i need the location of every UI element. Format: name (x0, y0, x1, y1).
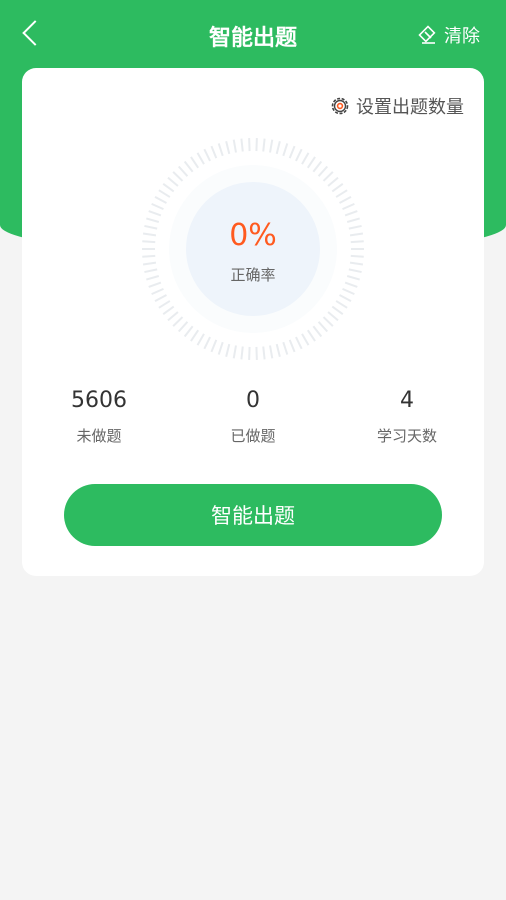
gauge-tick (327, 311, 339, 322)
gauge-tick (232, 139, 237, 153)
accuracy-value: 0% (229, 218, 277, 253)
gauge-tick (183, 160, 194, 173)
stat-label: 学习天数 (376, 427, 437, 445)
gauge-tick (331, 182, 344, 193)
gauge-tick (217, 341, 224, 355)
gauge-tick (306, 329, 316, 342)
set-question-count-button[interactable]: 设置出题数量 (330, 93, 464, 119)
practice-card: 设置出题数量 0% 正确率 5606 未做题 0 已做题 4 学习天数 智能出题 (22, 68, 484, 576)
gauge-tick (142, 254, 156, 258)
gauge-tick (196, 152, 205, 165)
settings-label: 设置出题数量 (356, 97, 464, 118)
gauge-tick (317, 321, 329, 333)
gauge-tick (275, 343, 281, 357)
gauge-tick (172, 171, 184, 182)
gauge-tick (312, 160, 323, 173)
stat-value: 4 (400, 388, 414, 413)
gauge-tick (322, 171, 334, 182)
gauge-tick (342, 287, 355, 296)
gauge-tick (232, 345, 237, 359)
gauge-tick (190, 329, 200, 342)
gauge-tick (225, 141, 231, 155)
stat-study-days: 4 学习天数 (330, 388, 484, 446)
gauge-tick (167, 176, 179, 187)
gauge-tick (217, 143, 224, 157)
gauge-tick (339, 294, 352, 302)
stat-label: 未做题 (76, 427, 122, 445)
gauge-tick (301, 333, 310, 346)
gauge-tick (177, 165, 189, 177)
gauge-tick (210, 339, 218, 353)
eraser-icon (418, 25, 436, 44)
clear-label: 清除 (444, 26, 480, 47)
gauge-tick (167, 311, 179, 322)
gauge-tick (151, 287, 164, 296)
gauge-tick (317, 165, 329, 177)
gauge-tick (172, 316, 184, 327)
gauge-tick (190, 156, 200, 169)
gauge-tick (240, 346, 244, 360)
gauge-tick (331, 305, 344, 316)
gauge-tick (275, 141, 281, 155)
gauge-tick (158, 300, 171, 309)
gauge-tick (295, 148, 303, 162)
gauge-tick (269, 139, 274, 153)
gauge-tick (282, 143, 289, 157)
stat-undone: 5606 未做题 (22, 388, 176, 446)
gauge-tick (322, 316, 334, 327)
stat-done: 0 已做题 (176, 388, 330, 446)
gauge-tick (240, 138, 244, 152)
gauge-tick (183, 325, 194, 338)
smart-quiz-button[interactable]: 智能出题 (64, 484, 442, 546)
stat-value: 5606 (71, 388, 127, 413)
accuracy-label: 正确率 (230, 266, 276, 284)
clear-button[interactable]: 清除 (418, 22, 480, 48)
app-header: 智能出题 清除 (0, 0, 506, 70)
gauge-tick (282, 341, 289, 355)
gauge-tick (335, 189, 348, 198)
gauge-tick (344, 210, 358, 217)
gauge-tick (154, 196, 167, 204)
gauge-tick (306, 156, 316, 169)
stat-value: 0 (246, 388, 260, 413)
gear-icon (331, 97, 349, 115)
stat-label: 已做题 (230, 427, 276, 445)
gauge-tick (203, 148, 211, 162)
gauge-tick (203, 336, 211, 350)
gauge-tick (339, 196, 352, 204)
gauge-tick (148, 210, 162, 217)
gauge-tick (196, 333, 205, 346)
gauge-tick (177, 321, 189, 333)
gauge-tick (350, 254, 364, 258)
gauge-tick (342, 202, 355, 211)
gauge-tick (301, 152, 310, 165)
gauge-tick (151, 202, 164, 211)
gauge-tick (158, 189, 171, 198)
gauge-tick (312, 325, 323, 338)
gauge-tick (262, 138, 266, 152)
gauge-tick (335, 300, 348, 309)
gauge-tick (295, 336, 303, 350)
gauge-tick (210, 145, 218, 159)
gauge-tick (288, 145, 296, 159)
gauge-tick (154, 294, 167, 302)
gauge-tick (269, 345, 274, 359)
stats-row: 5606 未做题 0 已做题 4 学习天数 (22, 388, 484, 446)
gauge-tick (162, 182, 175, 193)
gauge-tick (225, 343, 231, 357)
gauge-tick (288, 339, 296, 353)
gauge-tick (327, 176, 339, 187)
gauge-tick (162, 305, 175, 316)
gauge-tick (262, 346, 266, 360)
